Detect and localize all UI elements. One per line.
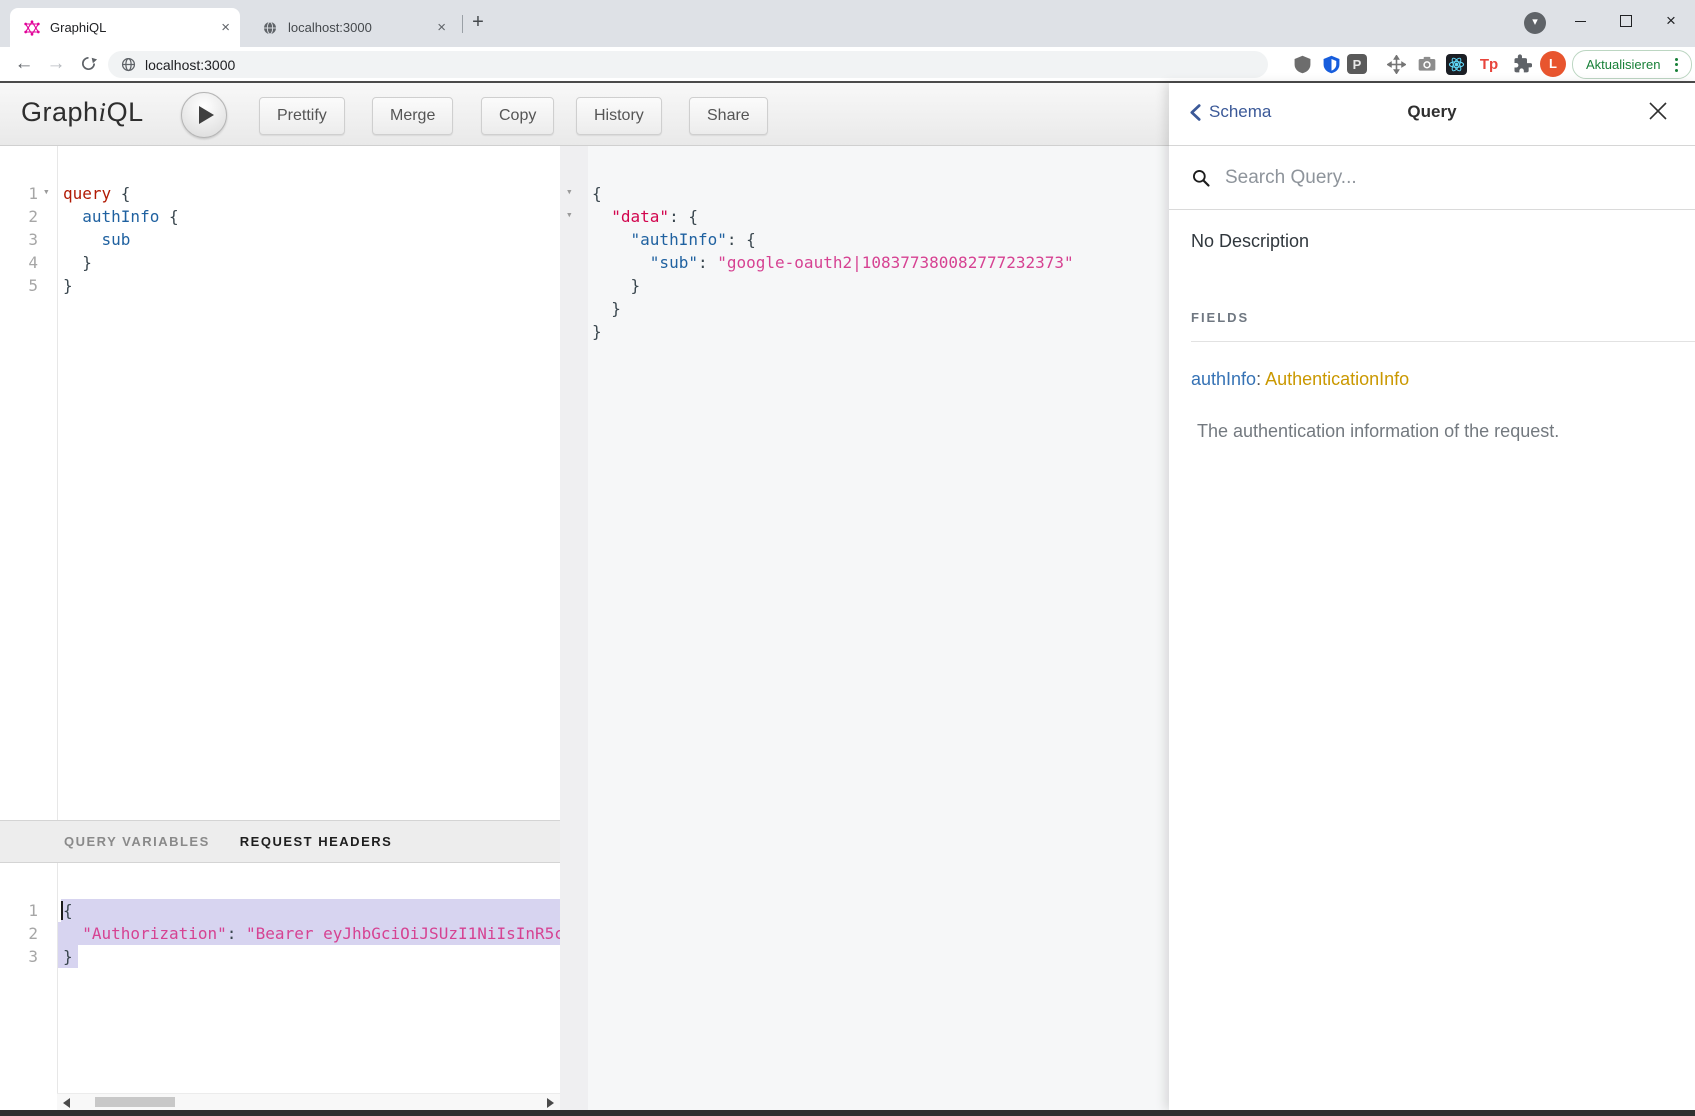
result-pane: ▾{▾ "data": { "authInfo": { "sub": "goog… bbox=[560, 146, 1169, 1110]
browser-window: GraphiQL × localhost:3000 × + ▾ × ← → bbox=[0, 0, 1695, 1116]
screenshot-camera-extension-icon[interactable] bbox=[1414, 51, 1440, 77]
browser-toolbar: ← → localhost:3000 P bbox=[0, 47, 1695, 81]
close-icon bbox=[1648, 101, 1668, 121]
graphiql-logo: GraphiQL bbox=[21, 97, 144, 128]
tp-extension-icon[interactable]: Tp bbox=[1476, 51, 1502, 77]
doc-explorer-header: Schema Query bbox=[1169, 83, 1695, 146]
ublock-extension-icon[interactable] bbox=[1289, 51, 1315, 77]
scrollbar-thumb[interactable] bbox=[95, 1097, 175, 1107]
browser-menu-kebab-icon[interactable] bbox=[1669, 56, 1683, 74]
execute-query-button[interactable] bbox=[181, 92, 227, 138]
graphql-logo-icon bbox=[24, 20, 40, 36]
doc-explorer-panel: Schema Query No Description FIELDS authI… bbox=[1169, 83, 1695, 1110]
result-viewer: ▾{▾ "data": { "authInfo": { "sub": "goog… bbox=[560, 146, 1169, 343]
site-info-globe-icon[interactable] bbox=[121, 57, 136, 72]
reload-icon bbox=[80, 55, 97, 72]
search-icon bbox=[1191, 168, 1211, 188]
update-label: Aktualisieren bbox=[1586, 57, 1669, 72]
secondary-editor-tabbar: QUERY VARIABLES REQUEST HEADERS bbox=[0, 820, 560, 863]
merge-button[interactable]: Merge bbox=[372, 97, 453, 135]
extensions-puzzle-icon[interactable] bbox=[1509, 51, 1535, 77]
history-button[interactable]: History bbox=[576, 97, 662, 135]
window-minimize-button[interactable] bbox=[1563, 6, 1597, 36]
copy-button[interactable]: Copy bbox=[481, 97, 554, 135]
doc-field-description: The authentication information of the re… bbox=[1197, 421, 1559, 442]
field-type-link[interactable]: AuthenticationInfo bbox=[1265, 369, 1409, 389]
tab-title: localhost:3000 bbox=[288, 20, 437, 35]
tab-graphiql[interactable]: GraphiQL × bbox=[10, 8, 240, 47]
tab-search-button[interactable]: ▾ bbox=[1524, 12, 1546, 34]
field-name-link[interactable]: authInfo bbox=[1191, 369, 1256, 389]
horizontal-scrollbar[interactable] bbox=[57, 1093, 560, 1110]
doc-no-description: No Description bbox=[1191, 231, 1309, 252]
query-editor-pane[interactable]: 1▾query {2 authInfo {3 sub4 }5} bbox=[0, 146, 560, 820]
address-bar[interactable]: localhost:3000 bbox=[108, 51, 1268, 78]
window-bottom-edge bbox=[0, 1110, 1695, 1116]
tab-request-headers[interactable]: REQUEST HEADERS bbox=[240, 834, 393, 849]
scroll-right-arrow-icon[interactable] bbox=[547, 1098, 554, 1108]
doc-field-row: authInfo: AuthenticationInfo bbox=[1191, 369, 1409, 390]
request-headers-editor-pane[interactable]: 1{2 "Authorization": "Bearer eyJhbGciOiJ… bbox=[0, 863, 560, 1110]
window-maximize-button[interactable] bbox=[1609, 6, 1643, 36]
back-button[interactable]: ← bbox=[10, 50, 38, 78]
new-tab-button[interactable]: + bbox=[466, 11, 490, 35]
prettify-button[interactable]: Prettify bbox=[259, 97, 345, 135]
tab-close-icon[interactable]: × bbox=[437, 20, 446, 36]
tab-close-icon[interactable]: × bbox=[221, 20, 230, 36]
request-headers-editor[interactable]: 1{2 "Authorization": "Bearer eyJhbGciOiJ… bbox=[0, 863, 560, 968]
tab-localhost[interactable]: localhost:3000 × bbox=[248, 8, 456, 47]
bitwarden-extension-icon[interactable] bbox=[1318, 51, 1344, 77]
doc-search-row bbox=[1169, 146, 1695, 210]
doc-search-input[interactable] bbox=[1223, 166, 1607, 190]
tab-query-variables[interactable]: QUERY VARIABLES bbox=[64, 834, 210, 849]
scroll-left-arrow-icon[interactable] bbox=[63, 1098, 70, 1108]
window-close-button[interactable]: × bbox=[1654, 6, 1688, 36]
move-crosshair-extension-icon[interactable] bbox=[1383, 51, 1409, 77]
doc-close-button[interactable] bbox=[1648, 101, 1668, 121]
doc-fields-heading: FIELDS bbox=[1191, 310, 1249, 325]
react-devtools-extension-icon[interactable] bbox=[1446, 54, 1467, 75]
query-editor[interactable]: 1▾query {2 authInfo {3 sub4 }5} bbox=[0, 146, 560, 297]
tab-strip: GraphiQL × localhost:3000 × + ▾ × bbox=[0, 0, 1695, 47]
doc-title: Query bbox=[1169, 102, 1695, 122]
maximize-icon bbox=[1620, 15, 1632, 27]
fields-divider bbox=[1191, 341, 1695, 342]
browser-update-button[interactable]: Aktualisieren bbox=[1572, 50, 1692, 79]
globe-icon bbox=[262, 20, 278, 36]
close-icon: × bbox=[1666, 11, 1676, 30]
play-icon bbox=[199, 106, 214, 124]
forward-button[interactable]: → bbox=[42, 50, 70, 78]
minimize-icon bbox=[1575, 21, 1586, 22]
tab-divider bbox=[462, 15, 463, 33]
share-button[interactable]: Share bbox=[689, 97, 768, 135]
url-text: localhost:3000 bbox=[145, 57, 235, 73]
profile-avatar[interactable]: L bbox=[1540, 51, 1566, 77]
reload-button[interactable] bbox=[74, 50, 102, 78]
tab-title: GraphiQL bbox=[50, 20, 221, 35]
p-extension-icon[interactable]: P bbox=[1347, 54, 1367, 74]
